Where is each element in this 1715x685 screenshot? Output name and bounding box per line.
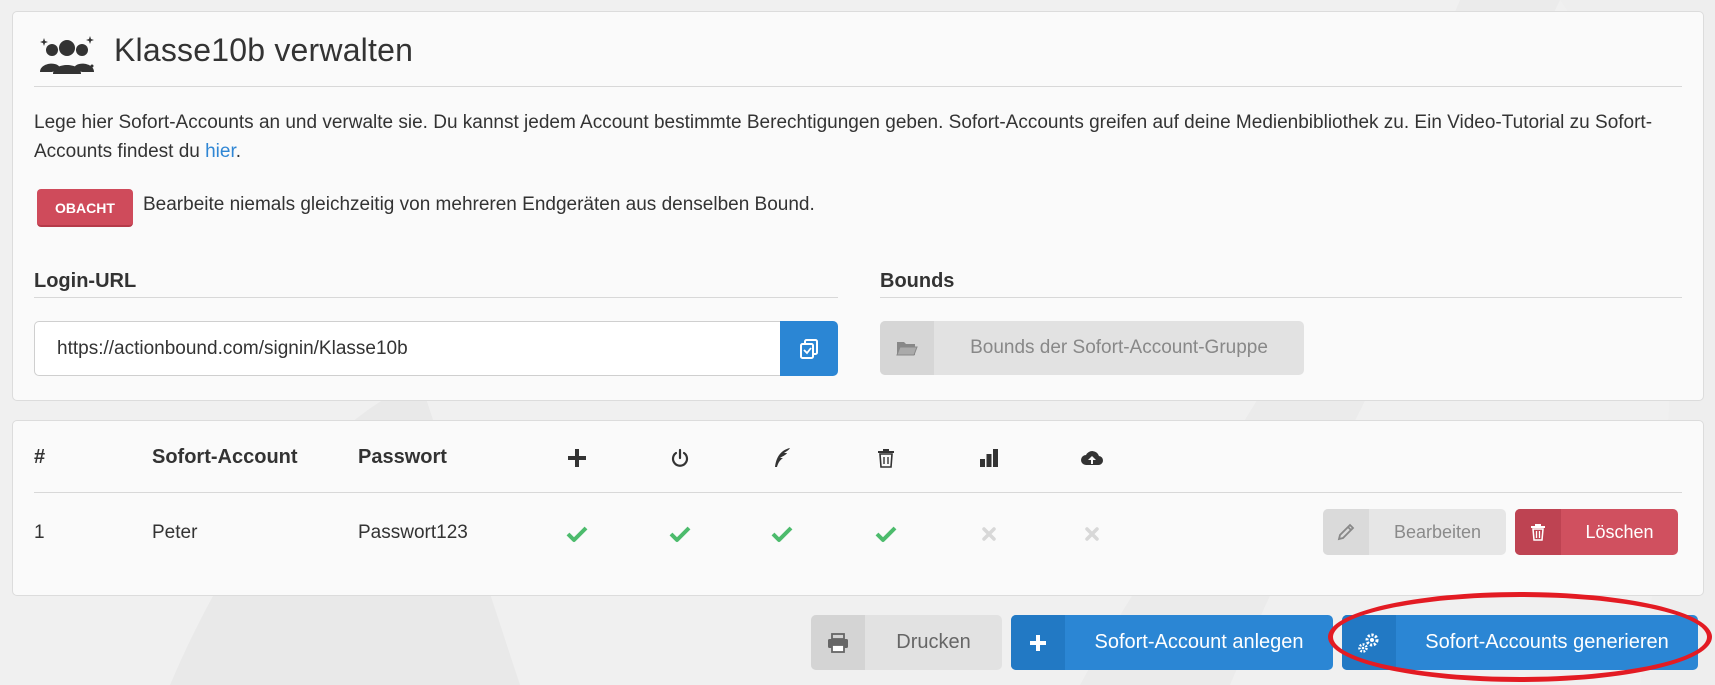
delete-account-button[interactable]: Löschen — [1515, 509, 1678, 555]
print-button-icon-area — [811, 615, 865, 670]
permission-create-granted — [565, 522, 589, 546]
check-icon — [771, 526, 793, 542]
cross-icon — [1085, 527, 1099, 541]
column-header-stats — [977, 446, 1001, 470]
row-password: Passwort123 — [358, 522, 468, 543]
generate-accounts-button[interactable]: Sofort-Accounts generieren — [1342, 615, 1698, 670]
page-title: Klasse10b verwalten — [114, 32, 414, 68]
title-divider — [34, 86, 1682, 87]
copy-icon — [800, 338, 818, 359]
printer-icon — [828, 632, 848, 653]
cross-icon — [982, 527, 996, 541]
group-bounds-button[interactable]: Bounds der Sofort-Account-Gruppe — [880, 321, 1304, 375]
intro-text-after: . — [235, 141, 242, 162]
print-label: Drucken — [896, 631, 971, 653]
column-header-edit — [770, 446, 794, 470]
edit-account-button[interactable]: Bearbeiten — [1323, 509, 1506, 555]
permission-publish-granted — [668, 522, 692, 546]
row-account-name: Peter — [152, 522, 198, 543]
edit-account-label: Bearbeiten — [1393, 522, 1482, 542]
warning-text: Bearbeite niemals gleichzeitig von mehre… — [143, 194, 815, 215]
pencil-icon — [1337, 523, 1355, 541]
column-header-password: Passwort — [358, 446, 447, 468]
generate-accounts-label: Sofort-Accounts generieren — [1425, 631, 1669, 653]
check-icon — [875, 526, 897, 542]
plus-icon — [1030, 634, 1046, 651]
print-button[interactable]: Drucken — [811, 615, 1002, 670]
trash-icon — [878, 449, 894, 468]
check-icon — [566, 526, 588, 542]
cloud-upload-icon — [1081, 451, 1104, 466]
bounds-button-icon-area — [880, 321, 934, 375]
column-header-create — [565, 446, 589, 470]
add-account-button[interactable]: Sofort-Account anlegen — [1011, 615, 1333, 670]
table-header-divider — [34, 492, 1682, 493]
plus-icon — [568, 449, 586, 467]
add-button-icon-area — [1011, 615, 1065, 670]
copy-url-button[interactable] — [780, 321, 838, 376]
check-icon — [669, 526, 691, 542]
tutorial-link[interactable]: hier — [205, 141, 236, 162]
row-number: 1 — [34, 522, 45, 543]
add-account-label: Sofort-Account anlegen — [1094, 631, 1304, 653]
edit-button-icon-area — [1323, 509, 1369, 555]
column-header-account: Sofort-Account — [152, 446, 298, 468]
warning-badge: OBACHT — [37, 189, 133, 227]
permission-stats-denied — [977, 522, 1001, 546]
login-url-label: Login-URL — [34, 270, 137, 292]
group-users-icon — [40, 36, 94, 74]
login-url-divider — [34, 297, 838, 298]
cogs-icon — [1358, 633, 1379, 653]
permission-delete-granted — [874, 522, 898, 546]
trash-icon — [1531, 524, 1545, 541]
column-header-delete — [874, 446, 898, 470]
column-header-upload — [1080, 446, 1104, 470]
column-header-publish — [668, 446, 692, 470]
power-icon — [671, 448, 689, 467]
bounds-divider — [880, 297, 1682, 298]
folder-open-icon — [896, 342, 918, 356]
column-header-number: # — [34, 446, 46, 468]
feather-icon — [775, 448, 790, 467]
permission-edit-granted — [770, 522, 794, 546]
intro-text: Lege hier Sofort-Accounts an und verwalt… — [34, 108, 1684, 166]
delete-button-icon-area — [1515, 509, 1561, 555]
login-url-input[interactable] — [34, 321, 781, 376]
bounds-label: Bounds — [880, 270, 955, 292]
generate-button-icon-area — [1342, 615, 1396, 670]
bounds-button-label: Bounds der Sofort-Account-Gruppe — [970, 337, 1268, 358]
bar-chart-icon — [980, 449, 998, 467]
delete-account-label: Löschen — [1585, 522, 1654, 542]
intro-text-before: Lege hier Sofort-Accounts an und verwalt… — [34, 112, 1653, 162]
permission-upload-denied — [1080, 522, 1104, 546]
